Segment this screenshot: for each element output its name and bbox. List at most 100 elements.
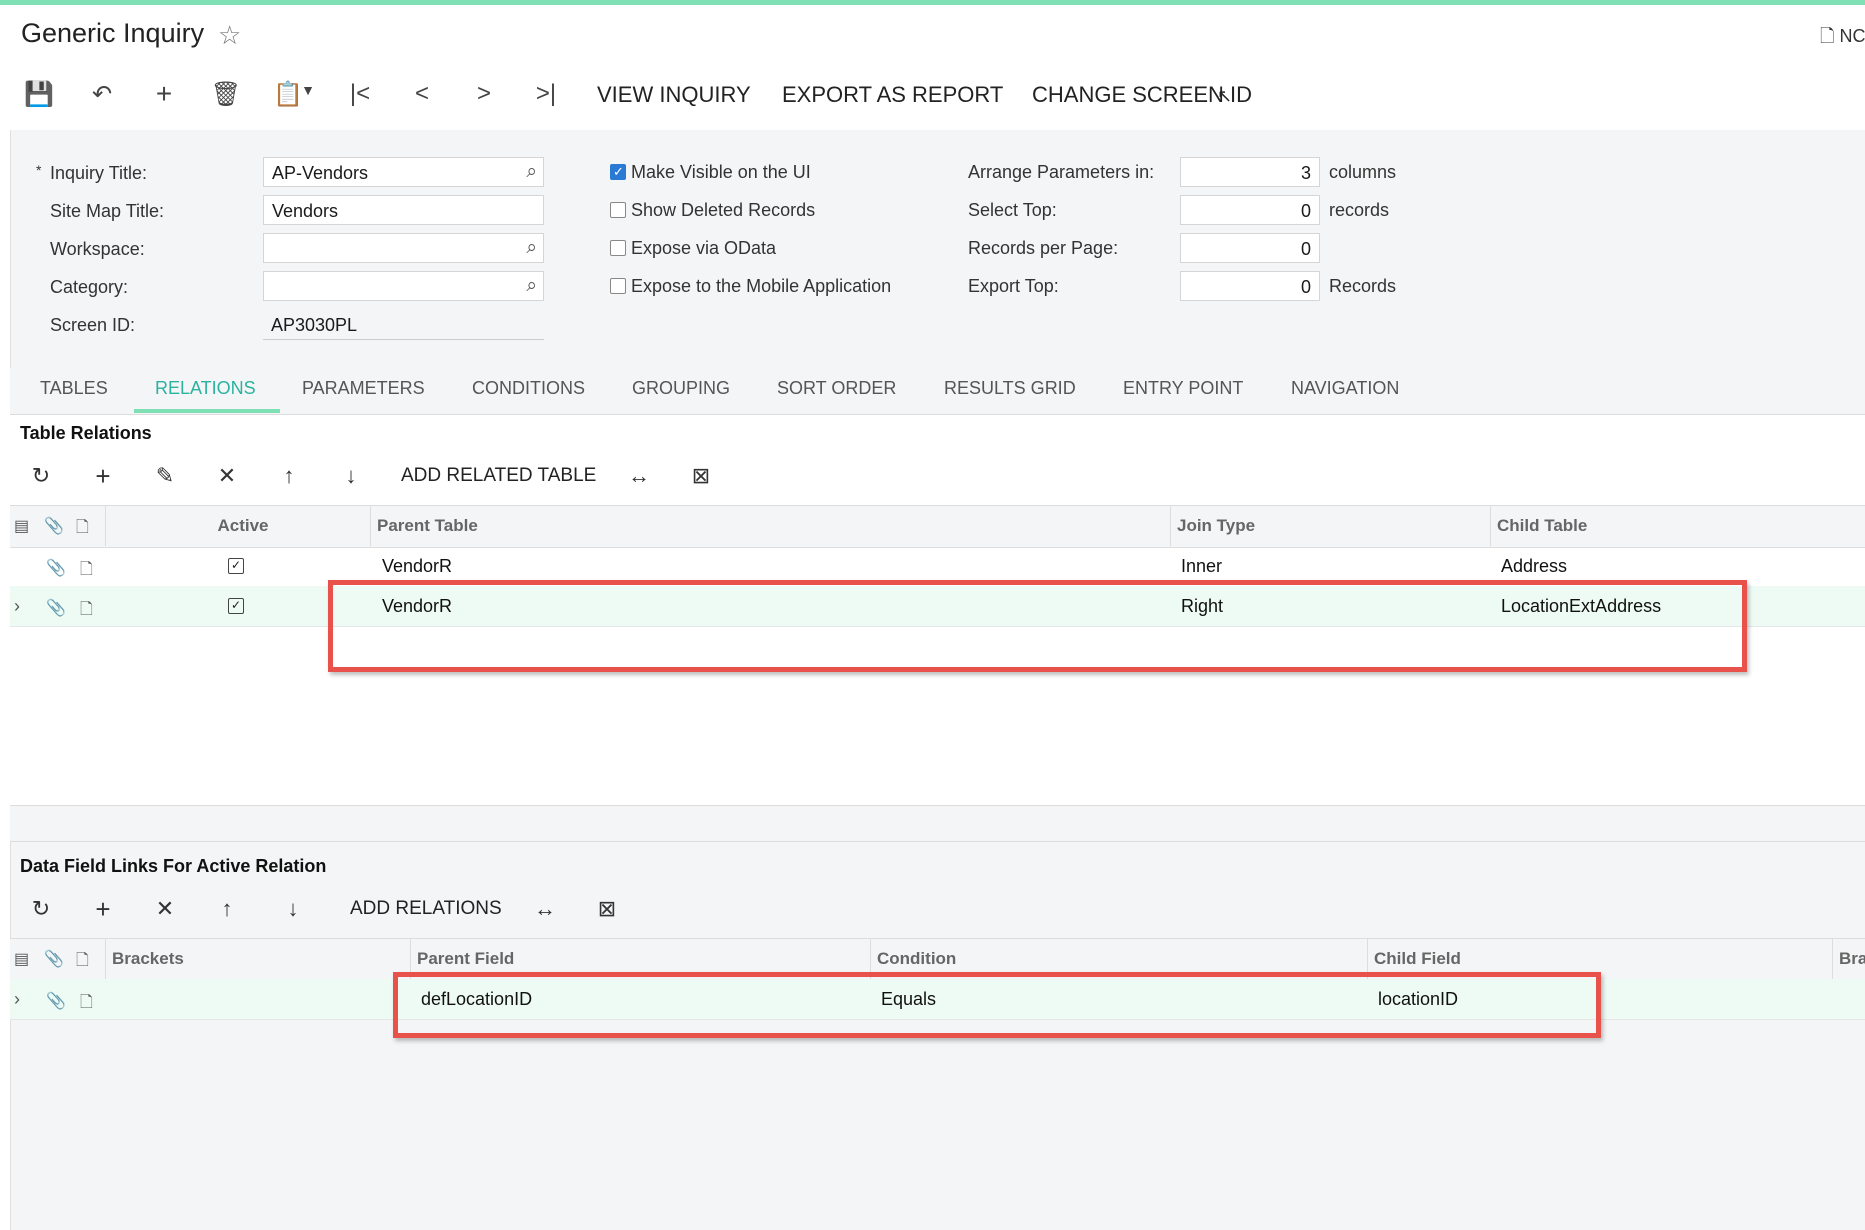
records-per-page-input[interactable]: 0 xyxy=(1180,233,1320,263)
first-record-icon[interactable]: |< xyxy=(342,80,378,108)
arrange-params-label: Arrange Parameters in: xyxy=(968,162,1154,183)
active-tab-indicator xyxy=(134,409,280,413)
attachment-icon[interactable]: 📎 xyxy=(46,598,66,618)
move-down-icon[interactable]: ↓ xyxy=(336,463,366,489)
tab-parameters[interactable]: PARAMETERS xyxy=(302,378,425,399)
export-excel-icon[interactable]: ⊠ xyxy=(686,463,716,489)
tab-grouping[interactable]: GROUPING xyxy=(632,378,730,399)
tab-relations[interactable]: RELATIONS xyxy=(155,378,256,399)
notes-button[interactable]: 🗋 NC xyxy=(1820,24,1865,54)
column-brackets-right[interactable]: Brac xyxy=(1832,939,1865,979)
site-map-title-input[interactable]: Vendors xyxy=(263,195,544,225)
column-brackets[interactable]: Brackets xyxy=(105,939,420,979)
page-title: Generic Inquiry xyxy=(21,18,204,49)
add-row-icon[interactable]: + xyxy=(88,461,118,492)
inquiry-title-label: Inquiry Title: xyxy=(50,163,147,184)
category-label: Category: xyxy=(50,277,128,298)
add-icon[interactable]: + xyxy=(146,78,182,110)
column-active[interactable]: Active xyxy=(105,506,380,546)
note-icon[interactable]: 🗋 xyxy=(80,558,93,585)
attachment-icon[interactable]: 📎 xyxy=(46,558,66,578)
previous-record-icon[interactable]: < xyxy=(404,80,440,108)
expose-mobile-label: Expose to the Mobile Application xyxy=(631,276,891,297)
inquiry-title-input[interactable]: AP-Vendors ⌕ xyxy=(263,157,544,187)
delete-row-icon[interactable]: ✕ xyxy=(150,896,180,922)
note-icon[interactable]: 🗋 xyxy=(80,598,93,625)
active-checkbox[interactable]: ✓ xyxy=(228,558,244,574)
tab-results-grid[interactable]: RESULTS GRID xyxy=(944,378,1076,399)
child-table-cell[interactable]: Address xyxy=(1501,556,1567,577)
expose-mobile-checkbox[interactable] xyxy=(610,278,626,294)
column-join-type[interactable]: Join Type xyxy=(1170,506,1490,546)
edit-icon[interactable]: ✎ xyxy=(150,463,180,489)
save-icon[interactable]: 💾 xyxy=(21,80,57,109)
top-accent-bar xyxy=(0,0,1865,5)
note-header-icon: 🗋 xyxy=(76,516,89,543)
records-per-page-label: Records per Page: xyxy=(968,238,1118,259)
attachment-header-icon: 📎 xyxy=(44,949,64,969)
note-icon[interactable]: 🗋 xyxy=(80,991,93,1018)
view-inquiry-button[interactable]: VIEW INQUIRY xyxy=(597,82,751,108)
active-checkbox[interactable]: ✓ xyxy=(228,598,244,614)
site-map-title-value: Vendors xyxy=(272,201,338,221)
mouse-cursor-icon: ↖ xyxy=(1217,86,1232,107)
add-related-table-button[interactable]: ADD RELATED TABLE xyxy=(401,465,596,487)
tab-entry-point[interactable]: ENTRY POINT xyxy=(1123,378,1243,399)
move-up-icon[interactable]: ↑ xyxy=(274,463,304,489)
delete-row-icon[interactable]: ✕ xyxy=(212,463,242,489)
export-excel-icon[interactable]: ⊠ xyxy=(592,896,622,922)
clipboard-dropdown-icon[interactable]: ▼ xyxy=(300,82,316,98)
select-top-unit: records xyxy=(1329,200,1389,221)
required-mark: * xyxy=(36,162,41,178)
export-top-label: Export Top: xyxy=(968,276,1059,297)
category-input[interactable]: ⌕ xyxy=(263,271,544,301)
fit-columns-icon[interactable]: ↔ xyxy=(624,463,654,489)
attachment-header-icon: 📎 xyxy=(44,516,64,536)
next-record-icon[interactable]: > xyxy=(466,80,502,108)
attachment-icon[interactable]: 📎 xyxy=(46,991,66,1011)
add-row-icon[interactable]: + xyxy=(88,894,118,925)
show-deleted-checkbox[interactable] xyxy=(610,202,626,218)
delete-icon[interactable]: 🗑 xyxy=(208,80,244,109)
search-icon[interactable]: ⌕ xyxy=(526,161,537,183)
search-icon[interactable]: ⌕ xyxy=(526,237,537,259)
table-relations-title: Table Relations xyxy=(20,423,152,444)
join-type-cell[interactable]: Inner xyxy=(1181,556,1222,577)
inquiry-title-value: AP-Vendors xyxy=(272,163,368,183)
refresh-icon[interactable]: ↻ xyxy=(26,463,56,489)
refresh-icon[interactable]: ↻ xyxy=(26,896,56,922)
tab-sort-order[interactable]: SORT ORDER xyxy=(777,378,896,399)
row-expand-chevron-icon[interactable]: › xyxy=(14,596,20,617)
tab-navigation[interactable]: NAVIGATION xyxy=(1291,378,1399,399)
notes-icon: 🗋 xyxy=(1820,26,1834,46)
workspace-input[interactable]: ⌕ xyxy=(263,233,544,263)
arrange-params-unit: columns xyxy=(1329,162,1396,183)
grid-settings-icon[interactable]: ▤ xyxy=(14,516,29,536)
export-as-report-button[interactable]: EXPORT AS REPORT xyxy=(782,82,1003,108)
export-top-input[interactable]: 0 xyxy=(1180,271,1320,301)
expose-odata-checkbox[interactable] xyxy=(610,240,626,256)
parent-table-cell[interactable]: VendorR xyxy=(382,556,452,577)
undo-icon[interactable]: ↶ xyxy=(84,80,120,109)
favorite-star-icon[interactable]: ☆ xyxy=(218,20,241,51)
column-child-table[interactable]: Child Table xyxy=(1490,506,1865,546)
screen-id-label: Screen ID: xyxy=(50,315,135,336)
search-icon[interactable]: ⌕ xyxy=(526,275,537,297)
highlight-annotation-box xyxy=(328,580,1747,672)
expose-odata-label: Expose via OData xyxy=(631,238,776,259)
arrange-params-input[interactable]: 3 xyxy=(1180,157,1320,187)
tab-conditions[interactable]: CONDITIONS xyxy=(472,378,585,399)
row-expand-chevron-icon[interactable]: › xyxy=(14,989,20,1010)
splitter-bar[interactable] xyxy=(10,805,1865,842)
column-parent-table[interactable]: Parent Table xyxy=(370,506,1180,546)
move-up-icon[interactable]: ↑ xyxy=(212,896,242,922)
tab-tables[interactable]: TABLES xyxy=(40,378,108,399)
fit-columns-icon[interactable]: ↔ xyxy=(530,896,560,922)
make-visible-checkbox[interactable] xyxy=(610,164,626,180)
select-top-input[interactable]: 0 xyxy=(1180,195,1320,225)
add-relations-button[interactable]: ADD RELATIONS xyxy=(350,898,502,920)
last-record-icon[interactable]: >| xyxy=(528,80,564,108)
grid-settings-icon[interactable]: ▤ xyxy=(14,949,29,969)
workspace-label: Workspace: xyxy=(50,239,145,260)
move-down-icon[interactable]: ↓ xyxy=(278,896,308,922)
